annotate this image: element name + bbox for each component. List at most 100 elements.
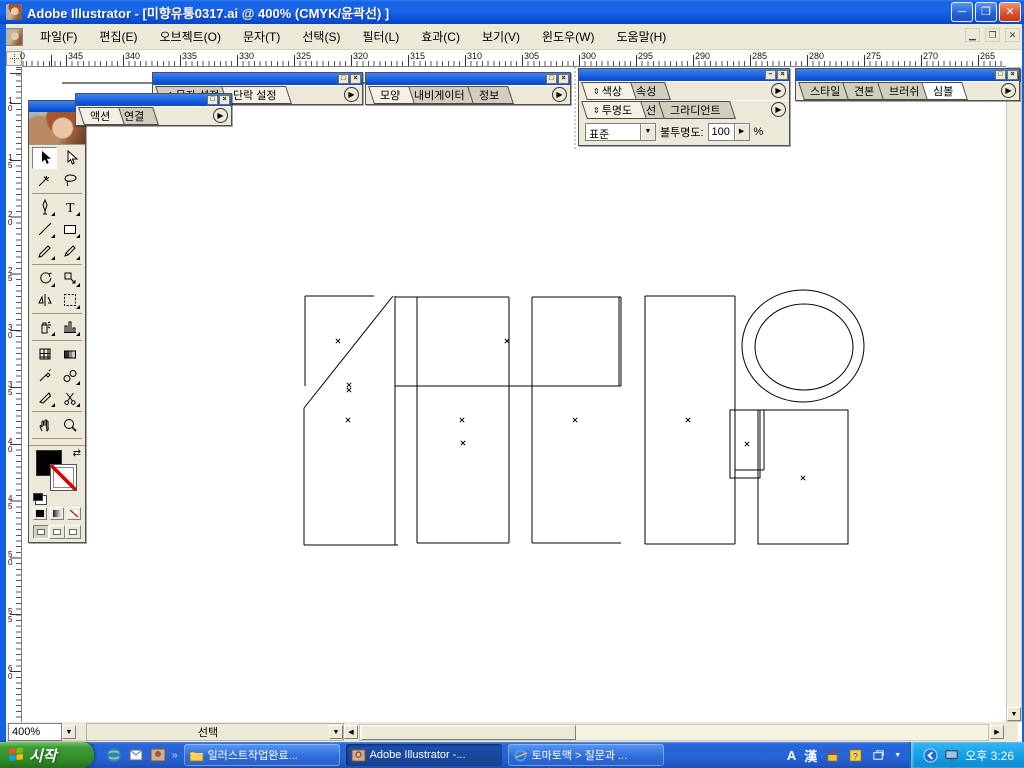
palette-menu-button[interactable]: ▶ [771,83,786,98]
scale-tool[interactable] [57,267,82,289]
artboard-canvas[interactable] [22,67,1006,722]
palette-tab[interactable]: ⇕색상 [581,82,637,100]
palette-close-button[interactable]: × [558,74,569,84]
menu-item[interactable]: 선택(S) [293,25,349,48]
dropdown-arrow-icon[interactable]: ▼ [640,123,656,141]
fullscreen-mode-button[interactable] [65,525,81,539]
type-tool[interactable]: T [57,196,82,218]
doc-restore-button[interactable]: ❐ [985,28,1000,42]
fullscreen-menu-mode-button[interactable] [49,525,65,539]
scroll-down-icon[interactable]: ▼ [1007,707,1021,721]
vertical-scrollbar[interactable]: ▲ ▼ [1006,67,1022,722]
artwork-outline-drawing[interactable] [22,67,1006,722]
scroll-left-icon[interactable]: ◀ [344,725,358,739]
lasso-tool[interactable] [57,169,82,191]
palette-close-button[interactable]: × [1007,70,1018,80]
palette-title-bar[interactable]: □× [796,69,1019,81]
spinner-arrow-icon[interactable]: ▶ [734,123,750,141]
taskbar-task-button[interactable]: Adobe Illustrator -... [346,744,502,766]
horizontal-ruler[interactable]: 0345340335330325320315310305300295290285… [22,50,1006,67]
color-button[interactable] [33,507,47,520]
display-settings-icon[interactable] [944,748,959,763]
palette-tab[interactable]: 액션 [78,107,125,125]
direct-selection-tool[interactable] [57,147,82,169]
outlook-icon[interactable] [128,747,144,763]
palette-menu-button[interactable]: ▶ [344,87,359,102]
collapse-arrows-icon[interactable]: ⇕ [593,106,600,115]
doc-close-button[interactable]: ✕ [1005,28,1020,42]
doc-minimize-button[interactable]: ▁ [965,28,980,42]
palette-tab[interactable]: 그라디언트 [658,101,735,119]
status-dropdown-icon[interactable]: ▼ [329,725,343,739]
slice-tool[interactable] [32,387,57,409]
pencil-tool[interactable] [57,240,82,262]
gradient-button[interactable] [50,507,64,520]
mesh-tool[interactable] [32,343,57,365]
title-bar[interactable]: Adobe Illustrator - [미향유통0317.ai @ 400% … [0,0,1024,24]
palette-menu-button[interactable]: ▶ [1001,83,1016,98]
ime-hanja-indicator[interactable]: 漢 [804,746,817,765]
line-tool[interactable] [32,218,57,240]
menu-item[interactable]: 오브젝트(O) [150,25,230,48]
color-transparency-palette[interactable]: –× ⇕색상속성▶ ⇕투명도선그라디언트▶ 표준 ▼ 불투명도: 100 ▶ % [578,68,790,146]
selection-tool[interactable] [32,147,57,169]
maximize-button[interactable]: ❐ [975,2,997,22]
menu-item[interactable]: 필터(L) [353,25,408,48]
reflect-tool[interactable] [32,289,57,311]
vertical-scroll-thumb[interactable] [1007,82,1021,708]
stroke-swatch-none[interactable] [50,464,77,491]
magic-wand-tool[interactable] [32,169,57,191]
graph-tool[interactable] [57,316,82,338]
palette-menu-button[interactable]: ▶ [552,87,567,102]
palette-tab[interactable]: 모양 [368,86,415,104]
menu-item[interactable]: 효과(C) [412,25,469,48]
rectangle-tool[interactable] [57,218,82,240]
scroll-right-icon[interactable]: ▶ [990,725,1004,739]
language-bar-restore-icon[interactable] [871,748,886,763]
palette-restore-button[interactable]: □ [546,74,557,84]
gradient-tool[interactable] [57,343,82,365]
palette-restore-button[interactable]: □ [207,95,218,105]
palette-title-bar[interactable]: □× [76,94,231,106]
fill-stroke-indicator[interactable]: ⇄ [33,448,81,504]
default-fill-stroke-icon[interactable] [33,493,43,501]
zoom-dropdown-icon[interactable]: ▼ [62,725,76,739]
toolbox-palette[interactable]: T ⇄ [28,100,86,543]
status-field[interactable]: 선택 ▼ [86,723,344,741]
eyedropper-tool[interactable] [32,365,57,387]
palette-restore-button[interactable]: □ [338,74,349,84]
free-transform-tool[interactable] [57,289,82,311]
vertical-ruler[interactable]: 1 01 52 02 53 03 54 04 55 05 56 0 [6,67,22,722]
palette-title-bar[interactable]: –× [579,69,789,81]
palette-restore-button[interactable]: □ [995,70,1006,80]
collapse-arrows-icon[interactable]: ⇕ [593,87,600,96]
opacity-input[interactable]: 100 ▶ [708,123,750,141]
taskbar-task-button[interactable]: 토마토맥 > 질문과 ... [508,744,664,766]
symbol-sprayer-tool[interactable] [32,316,57,338]
palette-tab[interactable]: 정보 [467,86,514,104]
picture-icon[interactable] [150,747,166,763]
blend-tool[interactable] [57,365,82,387]
scissors-tool[interactable] [57,387,82,409]
swap-fill-stroke-icon[interactable]: ⇄ [73,448,81,459]
palette-close-button[interactable]: × [777,70,788,80]
palette-menu-button[interactable]: ▶ [213,108,228,123]
language-bar-options-icon[interactable]: ▼ [894,752,901,759]
none-button[interactable] [67,507,81,520]
desktop-globe-icon[interactable] [106,747,122,763]
zoom-level-field[interactable]: 400% [8,723,62,741]
hide-icons-icon[interactable] [923,748,938,763]
blend-mode-dropdown[interactable]: 표준 ▼ [585,123,656,141]
pen-tool[interactable] [32,196,57,218]
palette-menu-button[interactable]: ▶ [771,102,786,117]
palette-close-button[interactable]: × [350,74,361,84]
zoom-tool[interactable] [57,414,82,436]
horizontal-scrollbar[interactable] [359,724,989,741]
palette-close-button[interactable]: × [219,95,230,105]
start-button[interactable]: 시작 [0,742,94,768]
appearance-navigator-info-palette[interactable]: □× 모양내비게이터정보▶ [365,72,571,105]
styles-swatches-brushes-symbols-palette[interactable]: □× 스타일견본브러쉬심볼▶ [795,68,1020,101]
menu-item[interactable]: 문자(T) [234,25,289,48]
taskbar-task-button[interactable]: 일러스트작업완료... [184,744,340,766]
minimize-button[interactable]: ─ [951,2,973,22]
